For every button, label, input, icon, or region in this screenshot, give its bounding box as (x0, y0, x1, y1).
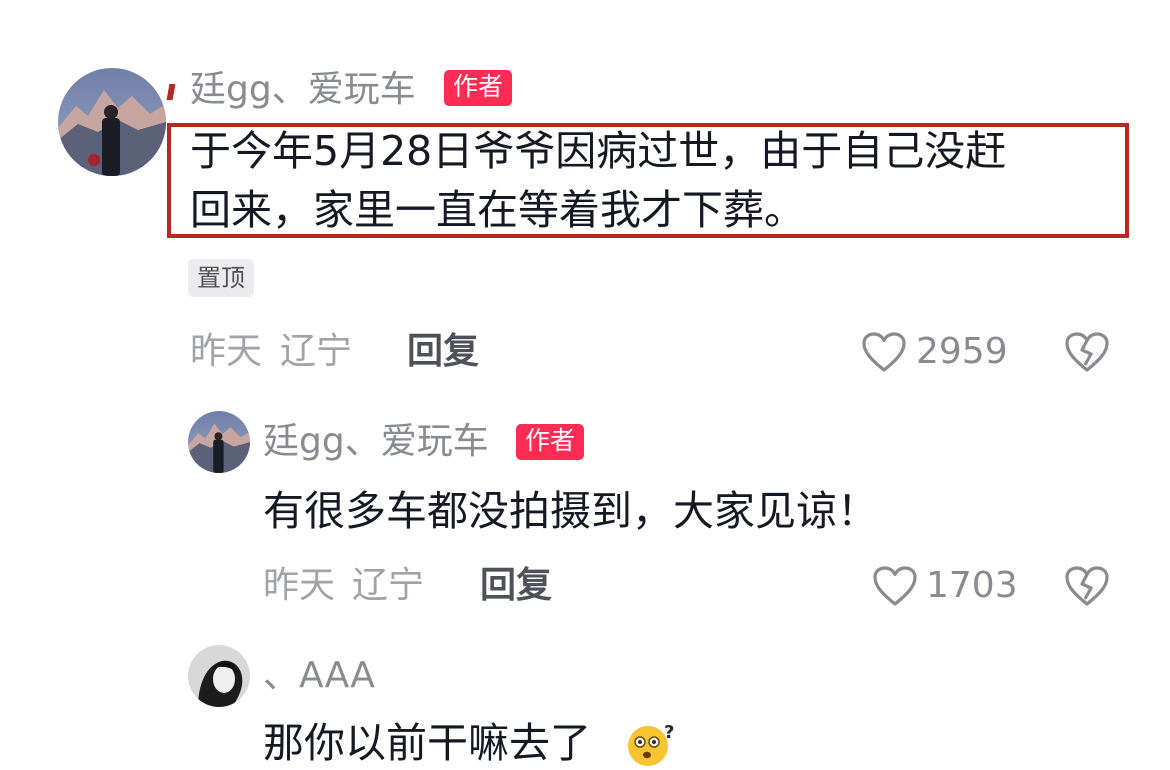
mountain-man-avatar-icon (188, 411, 250, 473)
dislike-broken-heart-icon (1065, 332, 1109, 372)
reply-button[interactable]: 回复 (407, 330, 479, 374)
pinned-badge: 置顶 (188, 259, 254, 297)
reply-button[interactable]: 回复 (480, 564, 552, 608)
reply-username[interactable]: 廷gg、爱玩车 (263, 420, 489, 464)
mountain-man-avatar-icon (58, 68, 166, 176)
like-button[interactable] (872, 565, 918, 607)
reply-avatar[interactable] (188, 645, 250, 707)
heart-outline-icon (862, 332, 906, 372)
comment-marker (166, 84, 176, 100)
reply-avatar[interactable] (188, 411, 250, 473)
like-button[interactable] (861, 331, 907, 373)
author-badge: 作者 (516, 424, 585, 460)
comment-text-line1: 于今年5月28日爷爷因病过世，由于自己没赶 (190, 127, 1007, 175)
reply-time: 昨天 (263, 565, 336, 606)
like-count: 1703 (926, 565, 1018, 606)
heart-outline-icon (873, 566, 917, 606)
thinking-emoji-icon: ? (626, 722, 674, 766)
author-badge: 作者 (444, 70, 513, 106)
reply-location: 辽宁 (352, 565, 425, 606)
reply-text: 有很多车都没拍摄到，大家见谅！ (263, 487, 878, 535)
comment-username[interactable]: 廷gg、爱玩车 (190, 68, 416, 112)
bw-portrait-avatar-icon (188, 645, 250, 707)
reply-text: 那你以前干嘛去了 (263, 719, 591, 767)
like-count: 2959 (916, 331, 1008, 372)
reply-username[interactable]: 、AAA (263, 654, 375, 698)
dislike-broken-heart-icon (1065, 566, 1109, 606)
comment-time: 昨天 (190, 331, 263, 372)
svg-text:?: ? (664, 722, 674, 743)
dislike-button[interactable] (1063, 565, 1111, 607)
dislike-button[interactable] (1063, 331, 1111, 373)
comment-text-line2: 回来，家里一直在等着我才下葬。 (190, 186, 805, 232)
comment-avatar[interactable] (58, 68, 166, 176)
comment-location: 辽宁 (280, 331, 353, 372)
